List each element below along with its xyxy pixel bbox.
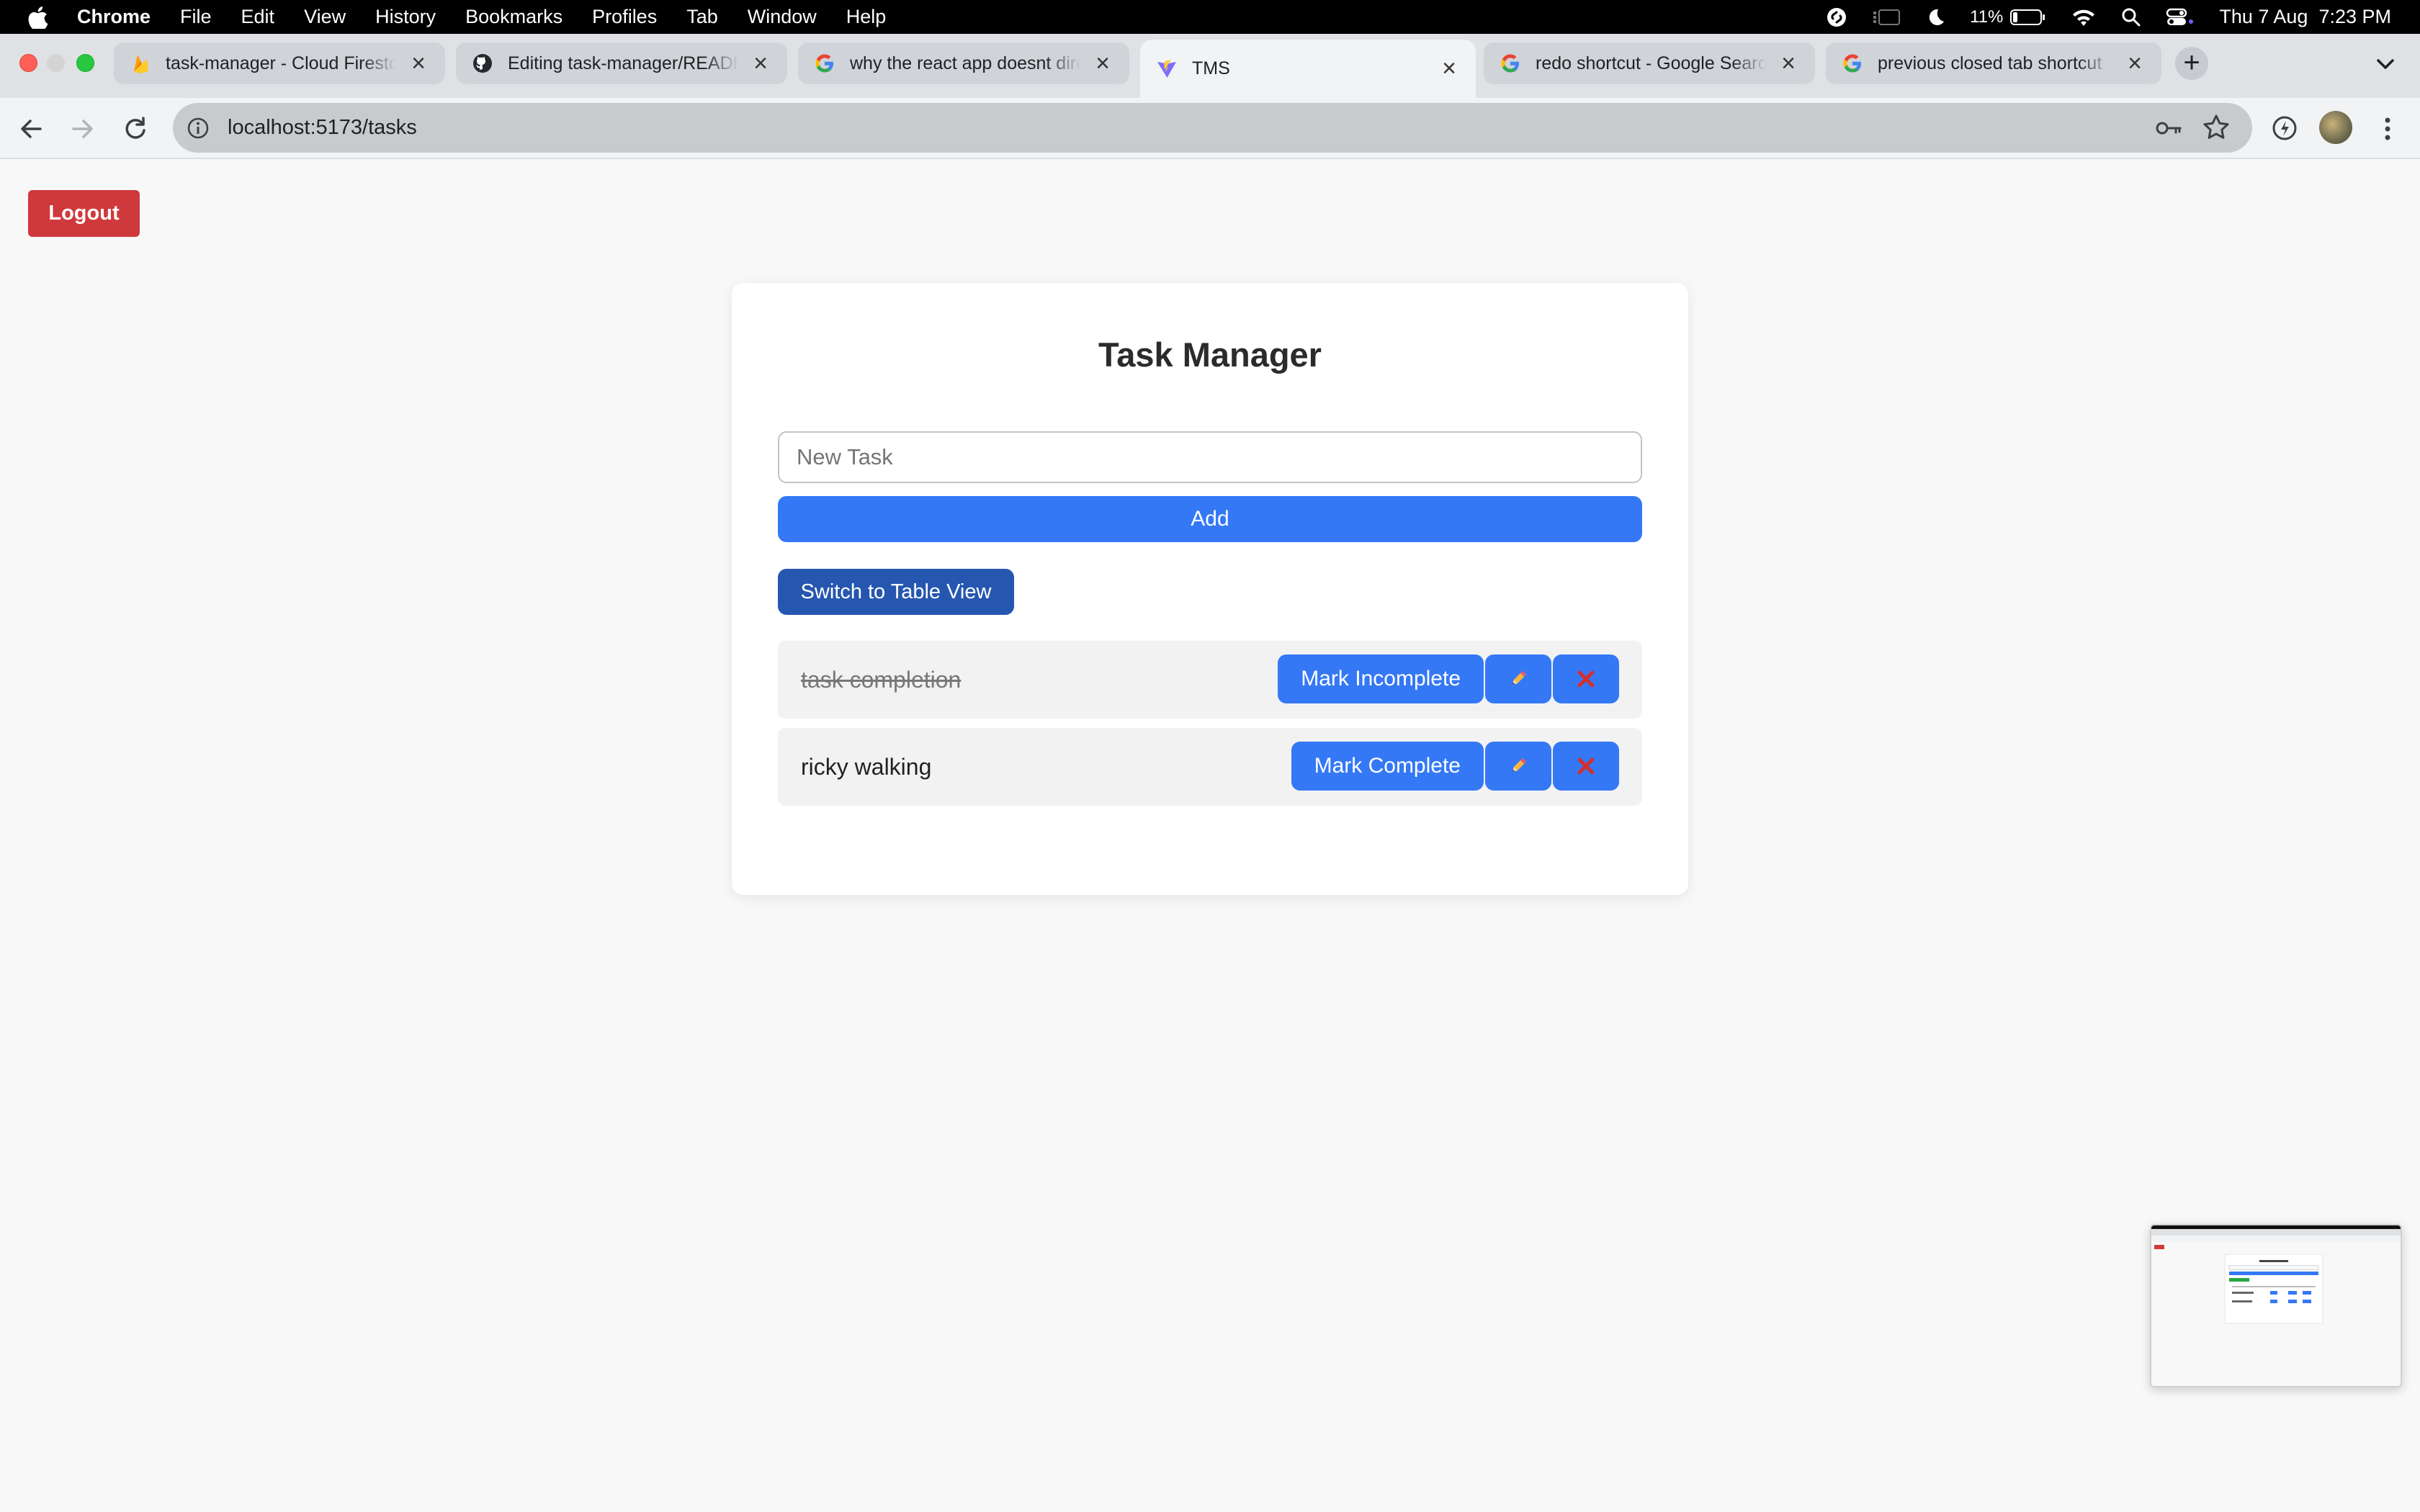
stage-manager-icon[interactable] (1872, 7, 1901, 27)
reload-icon[interactable] (119, 112, 152, 145)
tab-close-icon[interactable]: × (750, 50, 771, 78)
delete-task-button[interactable] (1553, 654, 1619, 703)
google-icon (1501, 54, 1519, 73)
tab-close-icon[interactable]: × (1092, 50, 1113, 78)
google-icon (1843, 54, 1861, 73)
tab-tms-active[interactable]: TMS × (1140, 40, 1476, 98)
password-key-icon[interactable] (2154, 114, 2183, 142)
apple-icon[interactable] (27, 6, 49, 29)
tab-title: Editing task-manager/README (508, 53, 738, 73)
menu-history[interactable]: History (375, 6, 436, 28)
menu-profiles[interactable]: Profiles (592, 6, 657, 28)
back-arrow-icon[interactable] (14, 112, 48, 145)
edit-task-button[interactable] (1485, 742, 1551, 791)
menu-window[interactable]: Window (748, 6, 817, 28)
menu-tab[interactable]: Tab (686, 6, 718, 28)
menu-app-name[interactable]: Chrome (77, 6, 151, 28)
tab-title: previous closed tab shortcut (1878, 53, 2102, 73)
page-title: Task Manager (1098, 336, 1322, 374)
browser-toolbar: localhost:5173/tasks (0, 98, 2420, 159)
switch-view-button[interactable]: Switch to Table View (778, 569, 1014, 615)
vite-icon (1157, 59, 1176, 78)
spotlight-search-icon[interactable] (2121, 7, 2141, 27)
logout-button[interactable]: Logout (28, 190, 140, 237)
task-actions: Mark Incomplete (1276, 654, 1619, 703)
google-icon (815, 54, 833, 73)
tab-redo-shortcut[interactable]: redo shortcut - Google Search × (1484, 42, 1815, 84)
address-bar[interactable]: localhost:5173/tasks (173, 103, 2252, 153)
tab-close-icon[interactable]: × (2124, 50, 2146, 78)
site-info-icon[interactable] (186, 116, 210, 140)
tab-firestore[interactable]: task-manager - Cloud Firestore × (114, 42, 445, 84)
tab-title: TMS (1192, 58, 1230, 78)
add-task-button[interactable]: Add (778, 496, 1642, 542)
shazam-icon[interactable] (1826, 6, 1847, 28)
new-task-input[interactable] (778, 431, 1642, 483)
delete-task-button[interactable] (1553, 742, 1619, 791)
macos-menu-bar: Chrome File Edit View History Bookmarks … (0, 0, 2420, 34)
window-zoom-button[interactable] (76, 54, 94, 72)
github-icon (473, 54, 492, 73)
mark-complete-button[interactable]: Mark Complete (1291, 742, 1484, 791)
menu-bookmarks[interactable]: Bookmarks (465, 6, 563, 28)
tab-search-chevron-icon[interactable] (2371, 50, 2400, 78)
tab-title: why the react app doesnt direct (850, 53, 1080, 73)
cross-icon (1577, 670, 1595, 688)
menu-help[interactable]: Help (846, 6, 887, 28)
performance-icon[interactable] (2269, 112, 2300, 144)
clock[interactable]: Thu 7 Aug 7:23 PM (2219, 6, 2391, 28)
screenshot-thumbnail[interactable] (2150, 1224, 2402, 1387)
pencil-icon (1512, 758, 1526, 772)
tab-closed-tab-shortcut[interactable]: previous closed tab shortcut × (1826, 42, 2161, 84)
firebase-icon (134, 55, 148, 73)
task-manager-card: Task Manager Add Switch to Table View ta… (732, 283, 1688, 895)
screenshot-preview-image (2151, 1225, 2401, 1386)
battery-icon[interactable] (2010, 9, 2046, 26)
mark-incomplete-button[interactable]: Mark Incomplete (1278, 654, 1484, 703)
url-text[interactable]: localhost:5173/tasks (228, 116, 417, 140)
tab-react-search[interactable]: why the react app doesnt direct × (798, 42, 1129, 84)
edit-task-button[interactable] (1485, 654, 1551, 703)
window-close-button[interactable] (19, 54, 37, 72)
tab-strip: task-manager - Cloud Firestore × Editing… (0, 34, 2420, 98)
new-tab-button[interactable]: + (2175, 47, 2208, 80)
tab-close-icon[interactable]: × (1438, 55, 1460, 83)
page-content: Logout Task Manager Add Switch to Table … (0, 161, 2420, 1512)
window-minimize-button[interactable] (47, 54, 65, 72)
tab-title: redo shortcut - Google Search (1536, 53, 1766, 73)
focus-moon-icon[interactable] (1925, 7, 1945, 27)
menu-file[interactable]: File (180, 6, 212, 28)
task-row: ricky walking Mark Complete (778, 728, 1642, 806)
forward-arrow-icon[interactable] (66, 112, 99, 145)
wifi-icon[interactable] (2071, 7, 2097, 27)
tab-github-readme[interactable]: Editing task-manager/README × (456, 42, 787, 84)
tab-close-icon[interactable]: × (408, 50, 429, 78)
tab-close-icon[interactable]: × (1778, 50, 1799, 78)
cross-icon (1577, 757, 1595, 775)
kebab-menu-icon[interactable] (2377, 112, 2398, 145)
menu-edit[interactable]: Edit (241, 6, 275, 28)
menu-view[interactable]: View (304, 6, 346, 28)
task-actions: Mark Complete (1290, 742, 1619, 791)
control-center-icon[interactable] (2166, 7, 2195, 27)
task-text: task completion (801, 667, 962, 693)
tab-title: task-manager - Cloud Firestore (166, 53, 396, 73)
bookmark-star-icon[interactable] (2202, 113, 2231, 142)
pencil-icon (1512, 671, 1526, 685)
battery-percent: 11% (1970, 6, 2004, 27)
task-text: ricky walking (801, 754, 932, 780)
task-row: task completion Mark Incomplete (778, 641, 1642, 719)
profile-avatar[interactable] (2319, 111, 2352, 144)
